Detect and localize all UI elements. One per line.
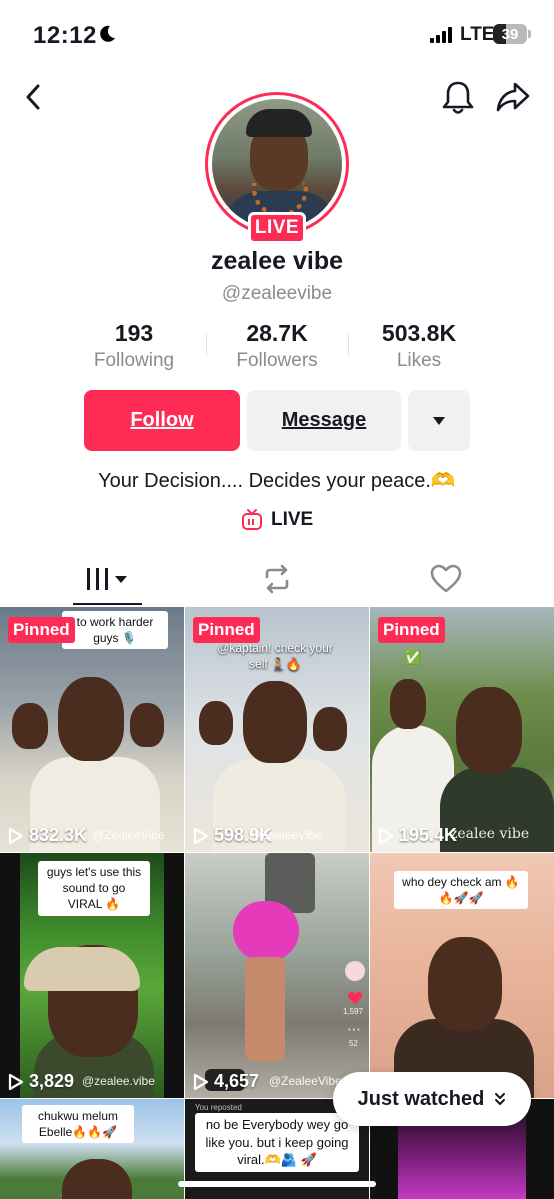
signal-icon <box>430 27 454 43</box>
view-count: 195.4K <box>378 825 457 846</box>
live-link-label: LIVE <box>271 509 314 530</box>
side-like-count: 1,597 <box>343 1007 364 1016</box>
share-button[interactable] <box>495 80 531 114</box>
play-icon <box>8 827 24 844</box>
home-indicator[interactable] <box>178 1181 376 1187</box>
tv-live-icon <box>242 509 262 530</box>
battery-icon: 39 <box>493 24 527 44</box>
view-count-text: 3,829 <box>29 1071 75 1091</box>
profile-stats: 193 Following 28.7K Followers 503.8K Lik… <box>0 320 554 376</box>
video-tile[interactable]: guys let's use this sound to go VIRAL 🔥 … <box>0 853 184 1098</box>
avatar-image <box>212 99 342 229</box>
just-watched-button[interactable]: Just watched <box>333 1072 531 1126</box>
video-watermark: zealee vibe <box>450 826 530 842</box>
play-icon <box>8 1073 24 1090</box>
status-time: 12:12 <box>33 22 97 49</box>
view-count: 832.3K <box>8 825 87 846</box>
comment-icon: ⋯ <box>347 1021 361 1037</box>
suggested-accounts-button[interactable] <box>408 390 470 451</box>
view-count: 4,657 <box>193 1071 259 1092</box>
pinned-badge: Pinned <box>378 617 445 643</box>
status-bar: 12:12 LTE 39 <box>0 0 554 70</box>
stat-value: 193 <box>114 320 154 346</box>
video-watermark: @ZealeeVibe <box>92 828 165 842</box>
video-caption: to work harder guys 🎙️ <box>62 611 168 650</box>
display-name: zealee vibe <box>210 247 344 275</box>
view-count-text: 195.4K <box>399 825 458 845</box>
stat-label: Following <box>93 350 175 371</box>
play-icon <box>193 827 209 844</box>
stat-likes[interactable]: 503.8K Likes <box>349 320 489 372</box>
stat-value: 28.7K <box>246 320 308 346</box>
video-caption: ✅ <box>404 649 422 665</box>
battery-tip <box>528 30 531 38</box>
bell-icon <box>442 81 474 114</box>
video-watermark: @zealee.vibe <box>82 1074 155 1088</box>
videos-grid-icon <box>86 568 127 590</box>
view-count-text: 832.3K <box>29 825 88 845</box>
network-label: LTE <box>460 24 495 45</box>
tab-reposts[interactable] <box>243 552 311 606</box>
moon-icon <box>100 25 115 42</box>
follow-button[interactable]: Follow <box>84 390 240 451</box>
tab-videos[interactable] <box>73 552 142 606</box>
profile-tabs <box>0 552 554 606</box>
video-tile[interactable]: who dey check am 🔥🔥🚀🚀 <box>370 853 554 1098</box>
video-caption: no be Everybody wey go like you. but i k… <box>195 1113 359 1172</box>
play-icon <box>378 827 394 844</box>
video-tile[interactable]: 1,597 ⋯ 52 4,657 @ZealeeVibe <box>185 853 369 1098</box>
view-count: 3,829 <box>8 1071 74 1092</box>
stat-label: Followers <box>236 350 318 371</box>
view-count-text: 4,657 <box>214 1071 260 1091</box>
back-button[interactable] <box>18 80 48 114</box>
video-tile[interactable]: @kaptain! check your self 🧎🔥 Pinned 598.… <box>185 607 369 852</box>
video-caption: who dey check am 🔥🔥🚀🚀 <box>394 871 528 910</box>
heart-icon <box>348 992 362 1004</box>
just-watched-label: Just watched <box>357 1087 485 1110</box>
stat-following[interactable]: 193 Following <box>64 320 204 372</box>
video-watermark: @ZealeeVibe <box>269 1074 342 1088</box>
pinned-badge: Pinned <box>193 617 260 643</box>
video-caption: guys let's use this sound to go VIRAL 🔥 <box>38 861 150 916</box>
notifications-button[interactable] <box>440 78 476 116</box>
video-watermark: @ZealeeVibe <box>249 828 322 842</box>
pinned-badge: Pinned <box>8 617 75 643</box>
stat-followers[interactable]: 28.7K Followers <box>207 320 347 372</box>
repost-icon <box>265 564 289 594</box>
video-tile[interactable]: to work harder guys 🎙️ Pinned 832.3K @Ze… <box>0 607 184 852</box>
message-button[interactable]: Message <box>247 390 401 451</box>
double-chevron-down-icon <box>495 1093 506 1105</box>
video-tile[interactable]: chukwu melum Ebelle🔥🔥🚀 <box>0 1099 184 1199</box>
active-tab-indicator <box>73 603 142 605</box>
video-tile[interactable]: ✅ Pinned 195.4K zealee vibe <box>370 607 554 852</box>
share-icon <box>496 82 530 112</box>
play-icon <box>193 1073 209 1090</box>
stat-label: Likes <box>396 350 442 371</box>
live-link[interactable]: LIVE <box>241 506 313 534</box>
side-comment-count: 52 <box>349 1039 358 1048</box>
stat-value: 503.8K <box>381 320 457 346</box>
chevron-left-icon <box>26 84 40 110</box>
battery-percent: 39 <box>501 25 519 43</box>
tab-liked[interactable] <box>412 552 480 606</box>
bio: Your Decision.... Decides your peace.🫶 <box>98 470 456 492</box>
heart-icon <box>430 564 462 593</box>
video-caption: chukwu melum Ebelle🔥🔥🚀 <box>22 1105 134 1144</box>
username: @zealeevibe <box>221 283 333 304</box>
live-badge[interactable]: LIVE <box>248 212 306 244</box>
reposted-label: You reposted <box>195 1103 242 1112</box>
caret-down-icon <box>433 416 445 425</box>
